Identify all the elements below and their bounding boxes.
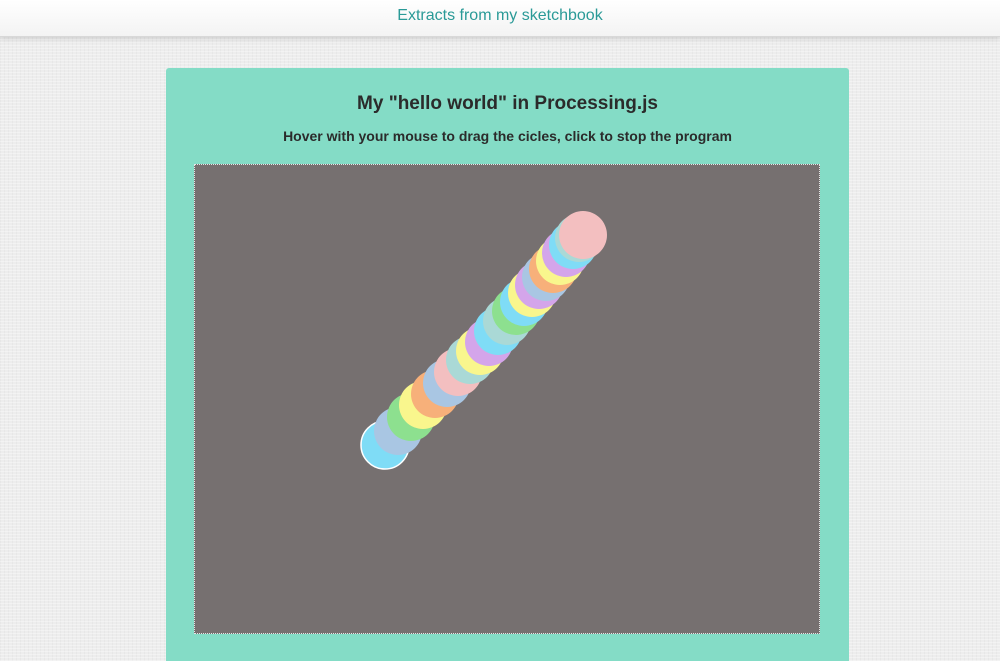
sketch-head-circle [559,211,607,259]
top-navigation-bar: Extracts from my sketchbook [0,0,1000,37]
sketch-drawing[interactable] [195,165,819,633]
card-subtitle: Hover with your mouse to drag the cicles… [283,128,732,144]
processing-sketch-canvas[interactable] [194,164,820,634]
sketchbook-link[interactable]: Extracts from my sketchbook [397,7,602,25]
card-title: My "hello world" in Processing.js [357,93,658,114]
sketch-card: My "hello world" in Processing.js Hover … [166,68,849,661]
